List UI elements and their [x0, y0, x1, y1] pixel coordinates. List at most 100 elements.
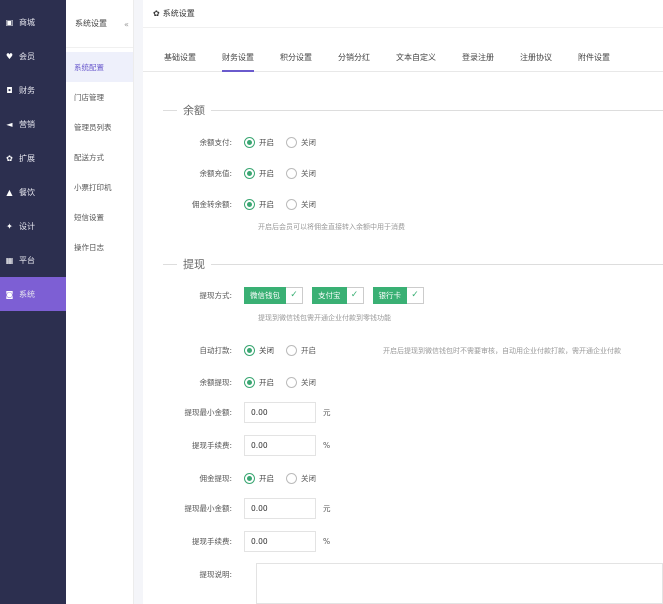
method-wechat[interactable]: 微信钱包 ✓ [244, 286, 303, 304]
field-label: 余额支付: [199, 137, 232, 147]
sidebar-item-marketing[interactable]: ◄ 营销 [0, 107, 66, 141]
tab-finance[interactable]: 财务设置 [222, 43, 254, 72]
sidebar-item-label: 设计 [19, 221, 35, 231]
row-withdraw-method: 提现方式: 微信钱包 ✓ 支付宝 ✓ 银行卡 ✓ [143, 285, 663, 305]
tab-text-custom[interactable]: 文本自定义 [396, 43, 436, 71]
radio-off[interactable]: 关闭 [286, 198, 316, 210]
method-hint: 提现到微信钱包需开通企业付款到零钱功能 [258, 314, 391, 322]
check-icon: ✓ [346, 286, 364, 304]
field-label: 提现最小金额: [184, 503, 232, 513]
method-alipay[interactable]: 支付宝 ✓ [312, 286, 364, 304]
sidebar-item-design[interactable]: ✦ 设计 [0, 209, 66, 243]
main-content: ✿ 系统设置 基础设置 财务设置 积分设置 分销分红 文本自定义 登录注册 注册… [143, 0, 663, 604]
sub-item-printer[interactable]: 小票打印机 [66, 172, 133, 202]
sidebar-item-label: 平台 [19, 255, 35, 265]
field-label: 余额提现: [199, 377, 232, 387]
sidebar-item-system[interactable]: ◙ 系统 [0, 277, 66, 311]
food-icon: ▲ [6, 187, 13, 197]
collapse-icon[interactable]: « [122, 20, 131, 29]
row-min-amount: 提现最小金额: 0.00 元 [143, 401, 663, 423]
fee-input[interactable]: 0.00 [244, 434, 316, 456]
section-title: 余额 [183, 104, 205, 117]
section-balance: 余额 [143, 103, 663, 117]
sidebar-item-label: 扩展 [19, 153, 35, 163]
member-icon: ♥ [5, 51, 14, 61]
radio-off[interactable]: 关闭 [286, 472, 316, 484]
field-label: 佣金转余额: [191, 199, 232, 209]
page-title: ✿ 系统设置 [143, 0, 663, 28]
radio-on[interactable]: 开启 [244, 167, 274, 179]
sub-item-store-manage[interactable]: 门店管理 [66, 82, 133, 112]
fee-input-2[interactable]: 0.00 [244, 530, 316, 552]
row-fee-2: 提现手续费: 0.00 % [143, 530, 663, 552]
tab-points[interactable]: 积分设置 [280, 43, 312, 71]
sidebar-item-label: 营销 [19, 119, 35, 129]
radio-on[interactable]: 开启 [244, 472, 274, 484]
unit-label: 元 [323, 407, 331, 417]
shop-icon: ▣ [5, 17, 14, 27]
radio-off[interactable]: 关闭 [286, 376, 316, 388]
unit-label: 元 [323, 503, 331, 513]
sub-sidebar: 系统设置 « 系统配置 门店管理 管理员列表 配送方式 小票打印机 短信设置 操… [66, 0, 134, 604]
sub-item-sms[interactable]: 短信设置 [66, 202, 133, 232]
min-amount-input[interactable]: 0.00 [244, 401, 316, 423]
content-gutter [134, 0, 143, 604]
extend-icon: ✿ [6, 153, 13, 163]
sidebar-item-label: 会员 [19, 51, 35, 61]
row-balance-withdraw: 余额提现: 开启 关闭 [143, 372, 663, 392]
field-label: 自动打款: [199, 345, 232, 355]
sidebar-item-label: 商城 [19, 17, 35, 27]
tab-register-agreement[interactable]: 注册协议 [520, 43, 552, 71]
withdraw-desc-textarea[interactable] [256, 563, 663, 604]
row-balance-recharge: 余额充值: 开启 关闭 [143, 163, 663, 183]
check-icon: ✓ [286, 286, 303, 304]
sidebar-item-finance[interactable]: ◘ 财务 [0, 73, 66, 107]
row-fee: 提现手续费: 0.00 % [143, 434, 663, 456]
method-bank[interactable]: 银行卡 ✓ [372, 286, 424, 304]
sidebar-item-food[interactable]: ▲ 餐饮 [0, 175, 66, 209]
section-withdraw: 提现 [143, 257, 663, 271]
sub-item-admin-list[interactable]: 管理员列表 [66, 112, 133, 142]
sidebar-item-label: 餐饮 [19, 187, 35, 197]
sub-item-system-config[interactable]: 系统配置 [66, 52, 133, 82]
page-title-text: 系统设置 [162, 9, 195, 18]
sub-item-delivery[interactable]: 配送方式 [66, 142, 133, 172]
check-icon: ✓ [407, 286, 424, 304]
tab-attachment[interactable]: 附件设置 [578, 43, 610, 71]
marketing-icon: ◄ [6, 119, 13, 129]
tab-login-register[interactable]: 登录注册 [462, 43, 494, 71]
field-label: 余额充值: [199, 168, 232, 178]
radio-on[interactable]: 开启 [286, 344, 316, 356]
platform-icon: ▦ [5, 255, 14, 265]
design-icon: ✦ [6, 221, 13, 231]
radio-on[interactable]: 开启 [244, 198, 274, 210]
sidebar-item-platform[interactable]: ▦ 平台 [0, 243, 66, 277]
auto-pay-hint: 开启后提现到微信钱包时不需要审核，自动用企业付款打款，需开通企业付款 [383, 347, 621, 355]
field-label: 提现手续费: [191, 440, 232, 450]
tab-distribution[interactable]: 分销分红 [338, 43, 370, 71]
sidebar-item-shop[interactable]: ▣ 商城 [0, 5, 66, 39]
field-label: 提现说明: [199, 569, 232, 579]
tab-basic[interactable]: 基础设置 [164, 43, 196, 71]
main-sidebar: ▣ 商城 ♥ 会员 ◘ 财务 ◄ 营销 ✿ 扩展 ▲ 餐饮 ✦ 设计 ▦ 平台 … [0, 0, 66, 604]
radio-off-selected[interactable]: 关闭 [244, 344, 274, 356]
sub-item-log[interactable]: 操作日志 [66, 232, 133, 262]
unit-label: % [323, 536, 331, 546]
field-label: 提现最小金额: [184, 407, 232, 417]
settings-tabs: 基础设置 财务设置 积分设置 分销分红 文本自定义 登录注册 注册协议 附件设置 [143, 28, 663, 72]
finance-icon: ◘ [6, 85, 13, 95]
radio-off[interactable]: 关闭 [286, 136, 316, 148]
row-min-amount-2: 提现最小金额: 0.00 元 [143, 497, 663, 519]
sidebar-item-member[interactable]: ♥ 会员 [0, 39, 66, 73]
radio-on[interactable]: 开启 [244, 136, 274, 148]
min-amount-input-2[interactable]: 0.00 [244, 497, 316, 519]
unit-label: % [323, 440, 331, 450]
radio-on[interactable]: 开启 [244, 376, 274, 388]
system-icon: ◙ [5, 289, 14, 299]
radio-off[interactable]: 关闭 [286, 167, 316, 179]
row-commission-withdraw: 佣金提现: 开启 关闭 [143, 468, 663, 488]
sub-sidebar-title-text: 系统设置 [75, 19, 107, 28]
field-label: 提现方式: [199, 290, 232, 300]
field-label: 佣金提现: [199, 473, 232, 483]
sidebar-item-extend[interactable]: ✿ 扩展 [0, 141, 66, 175]
